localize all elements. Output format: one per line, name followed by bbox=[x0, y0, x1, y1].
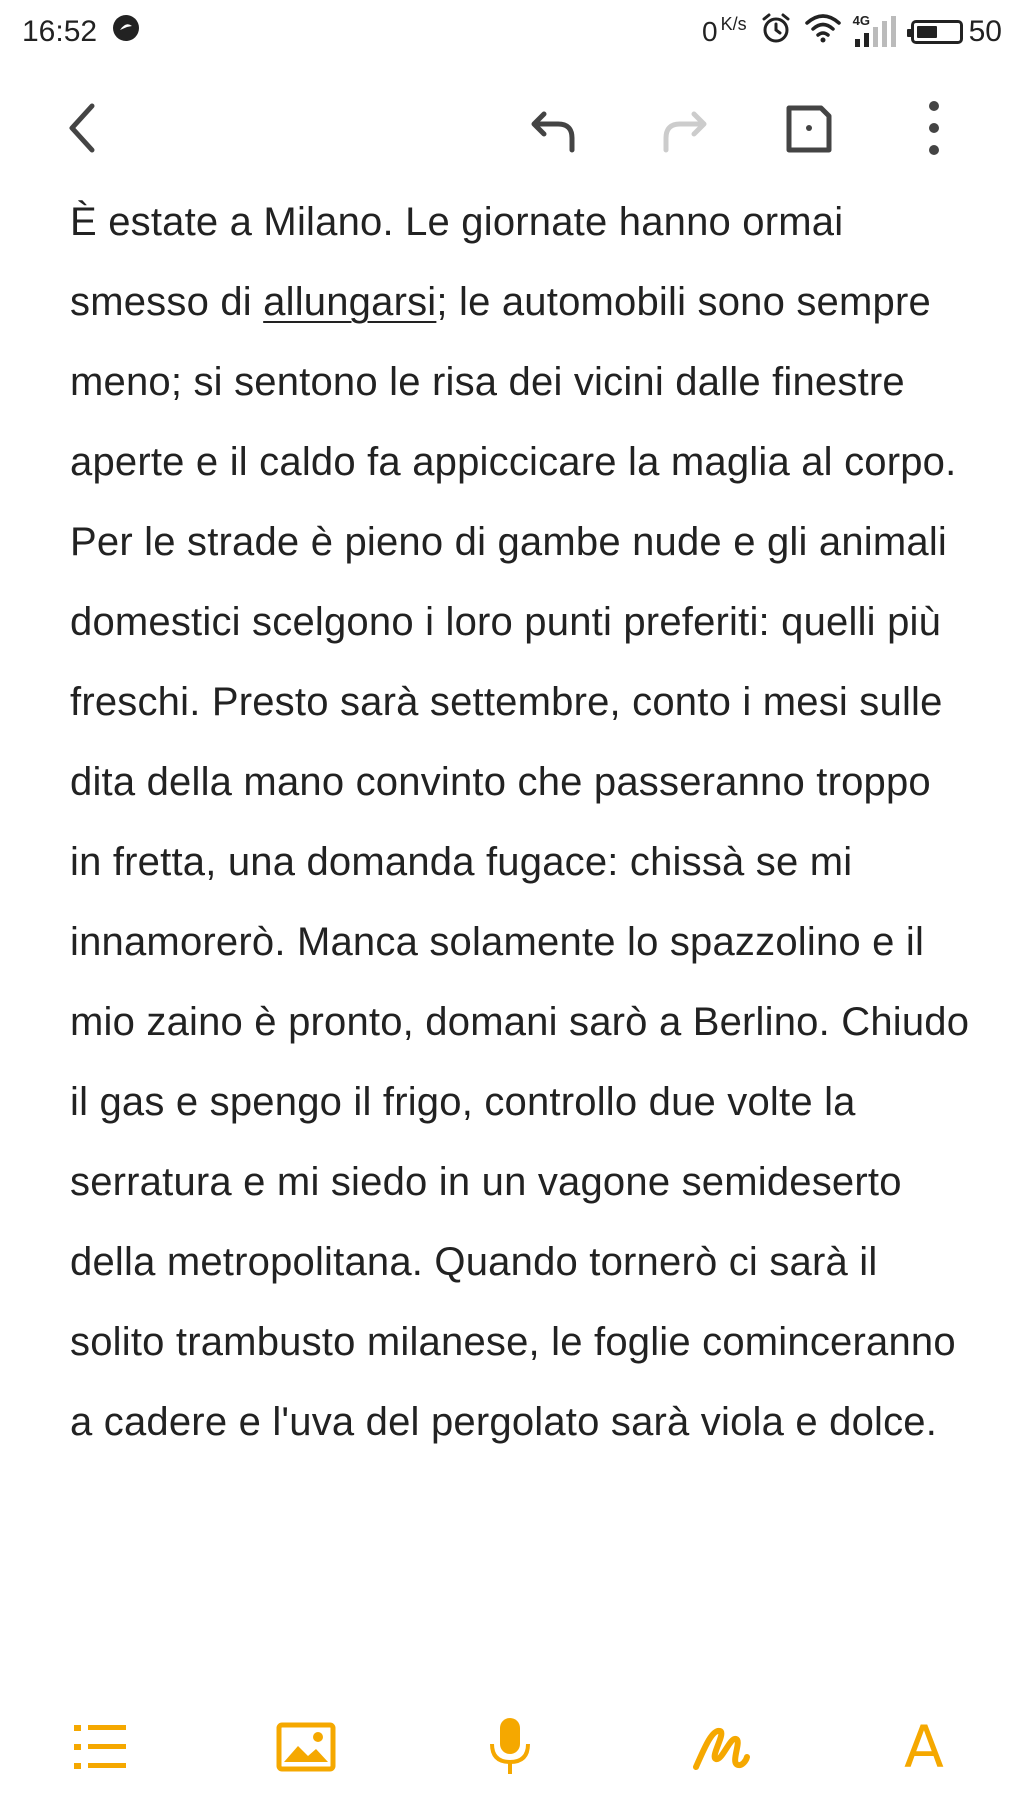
redo-icon bbox=[663, 111, 707, 153]
note-editor[interactable]: È estate a Milano. Le giornate hanno orm… bbox=[70, 182, 970, 1662]
microphone-icon bbox=[490, 1718, 530, 1774]
status-left: 16:52 bbox=[22, 13, 141, 51]
network-speed: 0 K/s bbox=[702, 14, 747, 48]
status-bar: 16:52 0 K/s 4G 50 bbox=[0, 0, 1024, 64]
battery-fill bbox=[916, 26, 937, 38]
clock: 16:52 bbox=[22, 15, 98, 48]
checklist-button[interactable] bbox=[50, 1692, 150, 1802]
alarm-icon bbox=[759, 11, 793, 53]
handwriting-button[interactable] bbox=[670, 1692, 770, 1802]
editor-toolbar bbox=[0, 80, 1024, 176]
insert-image-button[interactable] bbox=[256, 1692, 356, 1802]
font-icon: A bbox=[904, 1713, 944, 1781]
back-button[interactable] bbox=[42, 80, 122, 176]
voice-input-button[interactable] bbox=[460, 1692, 560, 1802]
battery-icon bbox=[906, 20, 963, 44]
chevron-left-icon bbox=[69, 103, 95, 153]
note-text-after: ; le automobili sono sempre meno; si sen… bbox=[70, 280, 970, 1444]
network-speed-value: 0 bbox=[702, 16, 718, 47]
format-toolbar: A bbox=[0, 1692, 1024, 1802]
save-button[interactable] bbox=[768, 80, 848, 176]
note-underlined-word: allungarsi bbox=[263, 280, 437, 324]
save-icon bbox=[786, 105, 832, 153]
battery-tip bbox=[906, 29, 911, 37]
notification-icon bbox=[111, 13, 141, 51]
redo-button[interactable] bbox=[644, 80, 724, 176]
wifi-icon bbox=[804, 13, 841, 51]
undo-icon bbox=[531, 111, 575, 153]
battery-level: 50 bbox=[968, 15, 1002, 48]
list-icon bbox=[74, 1725, 126, 1769]
battery-indicator: 50 bbox=[906, 15, 1002, 49]
image-icon bbox=[276, 1722, 336, 1772]
note-content[interactable]: È estate a Milano. Le giornate hanno orm… bbox=[70, 182, 970, 1462]
text-format-button[interactable]: A bbox=[874, 1692, 974, 1802]
more-options-button[interactable] bbox=[894, 80, 974, 176]
handwriting-icon bbox=[693, 1728, 750, 1770]
cellular-signal-icon: 4G bbox=[853, 13, 899, 49]
status-right: 0 K/s 4G 50 bbox=[702, 11, 1002, 53]
more-vertical-icon bbox=[929, 101, 939, 155]
notes-editor-screen: 16:52 0 K/s 4G 50 È estate a Milano. Le … bbox=[0, 0, 1024, 1820]
undo-button[interactable] bbox=[514, 80, 594, 176]
network-speed-unit: K/s bbox=[720, 14, 747, 34]
